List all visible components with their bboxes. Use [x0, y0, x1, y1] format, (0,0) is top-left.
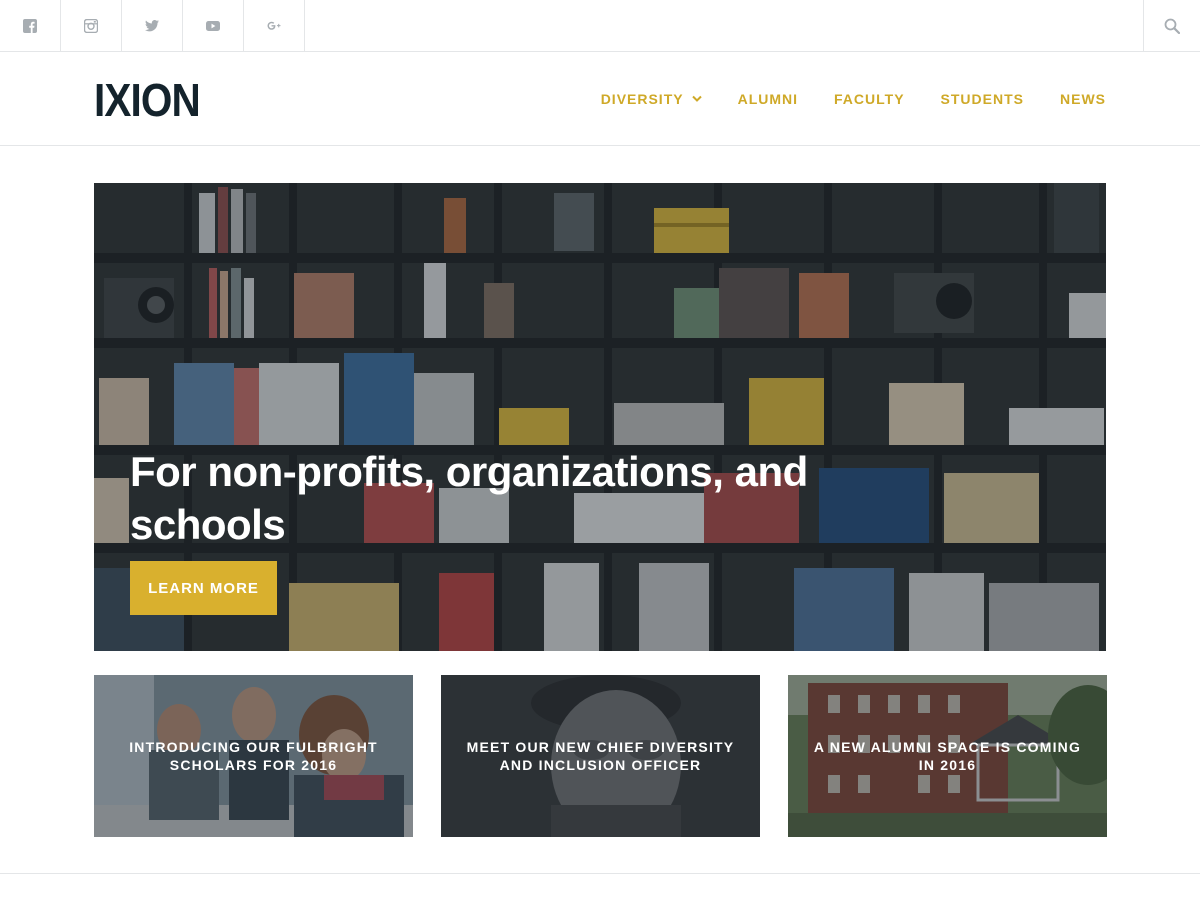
search-button[interactable]: [1143, 0, 1200, 52]
nav-item-news[interactable]: NEWS: [1060, 90, 1106, 108]
card-fulbright-scholars[interactable]: INTRODUCING OUR FULBRIGHT SCHOLARS FOR 2…: [94, 675, 413, 837]
nav-item-diversity[interactable]: DIVERSITY: [601, 90, 702, 108]
card-title: A NEW ALUMNI SPACE IS COMING IN 2016: [813, 739, 1082, 773]
instagram-icon: [84, 19, 98, 33]
facebook-icon: [23, 19, 37, 33]
nav-item-students[interactable]: STUDENTS: [941, 90, 1024, 108]
social-link-facebook[interactable]: [0, 0, 61, 52]
nav-item-label: DIVERSITY: [600, 91, 684, 107]
social-link-twitter[interactable]: [122, 0, 183, 52]
social-link-youtube[interactable]: [183, 0, 244, 52]
hero-banner: For non-profits, organizations, and scho…: [94, 183, 1106, 651]
chevron-down-icon: [691, 95, 702, 102]
nav-item-faculty[interactable]: FACULTY: [834, 90, 905, 108]
card-alumni-space[interactable]: A NEW ALUMNI SPACE IS COMING IN 2016: [788, 675, 1107, 837]
nav-item-alumni[interactable]: ALUMNI: [738, 90, 798, 108]
top-bar: [0, 0, 1200, 52]
google-plus-icon: [267, 21, 281, 30]
search-icon: [1164, 18, 1180, 34]
card-title: INTRODUCING OUR FULBRIGHT SCHOLARS FOR 2…: [129, 739, 378, 773]
social-link-google-plus[interactable]: [244, 0, 305, 52]
youtube-icon: [206, 21, 220, 31]
site-header: IXION DIVERSITY ALUMNI FACULTY STUDENTS …: [0, 52, 1200, 146]
site-logo[interactable]: IXION: [94, 76, 201, 124]
card-chief-diversity-officer[interactable]: MEET OUR NEW CHIEF DIVERSITY AND INCLUSI…: [441, 675, 760, 837]
social-links: [0, 0, 305, 52]
learn-more-button[interactable]: LEARN MORE: [130, 561, 277, 615]
hero-title: For non-profits, organizations, and scho…: [130, 448, 808, 548]
twitter-icon: [145, 19, 159, 32]
social-link-instagram[interactable]: [61, 0, 122, 52]
main-nav: DIVERSITY ALUMNI FACULTY STUDENTS NEWS: [601, 90, 1106, 108]
footer-divider: [0, 873, 1200, 874]
card-title: MEET OUR NEW CHIEF DIVERSITY AND INCLUSI…: [466, 739, 735, 773]
